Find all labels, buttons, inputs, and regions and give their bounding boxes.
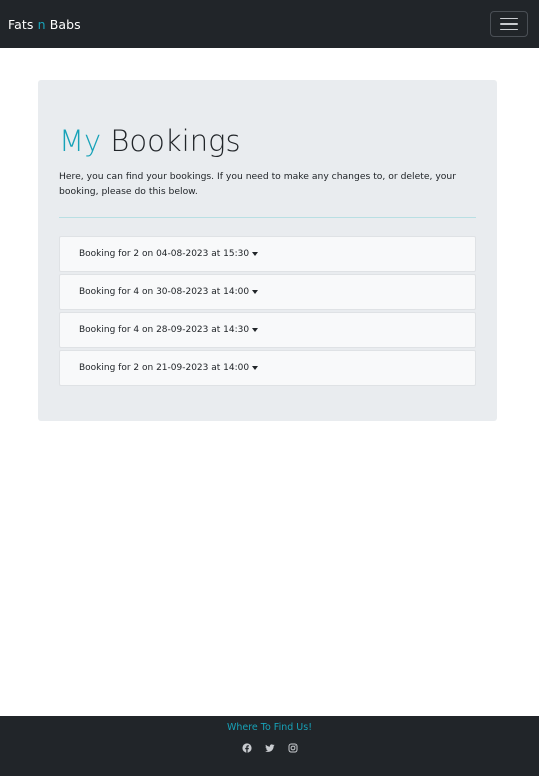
page-title: My Bookings xyxy=(59,124,476,158)
booking-item[interactable]: Booking for 2 on 21-09-2023 at 14:00 xyxy=(59,350,476,386)
booking-label: Booking for 2 on 21-09-2023 at 14:00 xyxy=(79,363,250,373)
booking-item[interactable]: Booking for 2 on 04-08-2023 at 15:30 xyxy=(59,236,476,272)
brand-text-part1: Fats xyxy=(8,16,38,32)
booking-item[interactable]: Booking for 4 on 28-09-2023 at 14:30 xyxy=(59,312,476,348)
booking-label: Booking for 4 on 30-08-2023 at 14:00 xyxy=(79,287,250,297)
navbar: Fats n Babs xyxy=(0,0,539,48)
page-description: Here, you can find your bookings. If you… xyxy=(59,171,457,197)
instagram-icon[interactable] xyxy=(288,743,298,753)
bookings-panel: My Bookings Here, you can find your book… xyxy=(38,80,497,421)
booking-label: Booking for 4 on 28-09-2023 at 14:30 xyxy=(79,325,250,335)
brand-text-part2: Babs xyxy=(45,16,81,32)
booking-label: Booking for 2 on 04-08-2023 at 15:30 xyxy=(79,249,250,259)
footer: Where To Find Us! xyxy=(0,716,539,776)
brand-text-accent: n xyxy=(37,16,46,32)
caret-down-icon xyxy=(252,290,259,294)
page-title-accent: My xyxy=(59,124,102,158)
booking-item[interactable]: Booking for 4 on 30-08-2023 at 14:00 xyxy=(59,274,476,310)
social-links xyxy=(0,743,539,753)
twitter-icon[interactable] xyxy=(264,743,275,753)
booking-list: Booking for 2 on 04-08-2023 at 15:30 Boo… xyxy=(59,236,476,388)
caret-down-icon xyxy=(252,366,259,370)
footer-title: Where To Find Us! xyxy=(226,722,313,733)
brand-logo[interactable]: Fats n Babs xyxy=(8,17,81,32)
page-title-rest: Bookings xyxy=(101,124,241,158)
divider xyxy=(59,217,476,218)
hamburger-icon xyxy=(500,17,518,31)
navbar-toggler-button[interactable] xyxy=(490,11,528,37)
caret-down-icon xyxy=(252,252,259,256)
facebook-icon[interactable] xyxy=(241,743,252,753)
caret-down-icon xyxy=(252,328,259,332)
